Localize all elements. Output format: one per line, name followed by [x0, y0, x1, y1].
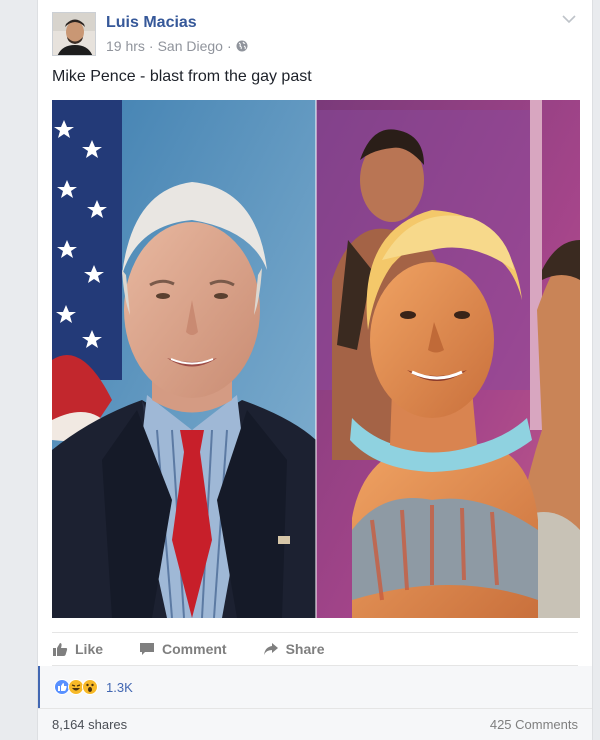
comment-button[interactable]: Comment	[139, 641, 227, 657]
post-time[interactable]: 19 hrs	[106, 38, 145, 54]
post-text: Mike Pence - blast from the gay past	[52, 68, 312, 85]
chevron-down-icon[interactable]	[562, 14, 576, 24]
thumbs-up-icon	[53, 643, 68, 656]
like-button[interactable]: Like	[52, 641, 103, 657]
author-name[interactable]: Luis Macias	[106, 14, 197, 32]
reactions-bar[interactable]: 1.3K	[38, 666, 592, 708]
post-location[interactable]: San Diego	[158, 38, 223, 54]
share-button[interactable]: Share	[263, 641, 325, 657]
shares-count[interactable]: 8,164 shares	[52, 717, 127, 732]
post-header: Luis Macias 19 hrs · San Diego ·	[52, 12, 578, 58]
comments-count[interactable]: 425 Comments	[490, 717, 578, 732]
share-label: Share	[285, 641, 325, 657]
wow-reaction-icon	[82, 679, 98, 695]
avatar[interactable]	[52, 12, 96, 56]
meta-separator: ·	[148, 38, 154, 54]
avatar-image	[53, 13, 95, 55]
globe-icon[interactable]	[236, 40, 248, 52]
post-photo-image	[52, 100, 580, 618]
like-label: Like	[75, 641, 104, 657]
post-footer: 8,164 shares 425 Comments	[38, 708, 592, 740]
comment-icon	[140, 643, 155, 655]
share-icon	[263, 643, 278, 655]
post-photo[interactable]	[52, 100, 580, 618]
action-bar: Like Comment Share	[52, 632, 578, 666]
post-card: Luis Macias 19 hrs · San Diego · Mike Pe…	[37, 0, 593, 740]
reaction-count[interactable]: 1.3K	[106, 680, 133, 695]
meta-separator: ·	[226, 38, 232, 54]
post-meta: 19 hrs · San Diego ·	[106, 38, 248, 54]
comment-label: Comment	[162, 641, 227, 657]
